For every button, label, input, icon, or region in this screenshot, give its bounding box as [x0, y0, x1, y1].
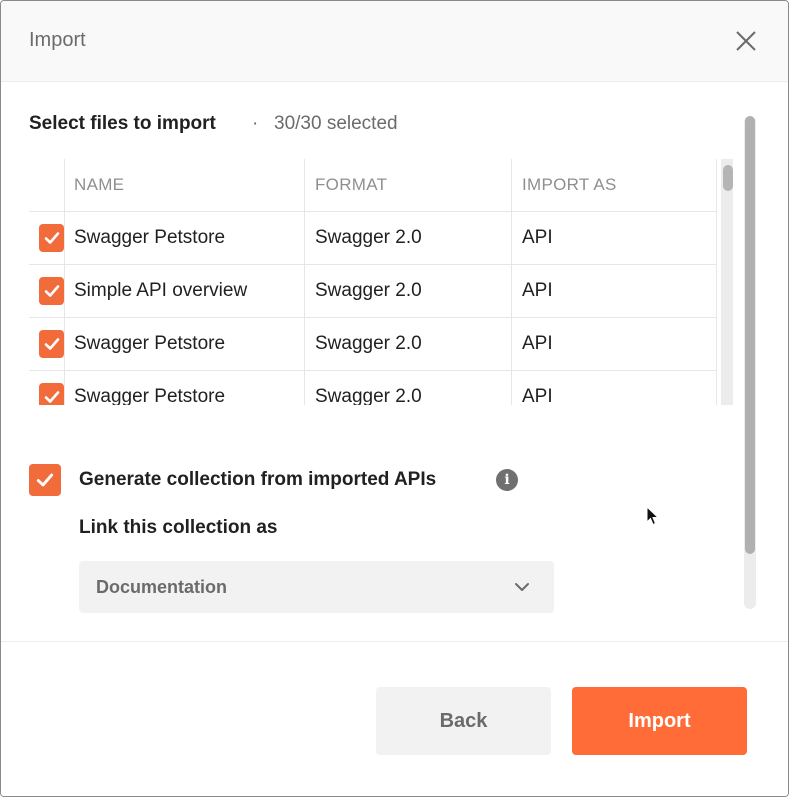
row-import-as: API: [512, 265, 717, 317]
dialog-header: Import: [1, 1, 788, 82]
check-icon: [44, 391, 59, 403]
mouse-cursor-icon: [646, 505, 660, 526]
row-import-as: API: [512, 371, 717, 405]
row-check-cell: [29, 212, 65, 264]
dialog-scrollbar-thumb[interactable]: [745, 116, 755, 554]
row-name: Simple API overview: [65, 265, 305, 317]
generate-collection-checkbox[interactable]: [29, 464, 61, 496]
link-collection-label: Link this collection as: [79, 517, 278, 538]
import-button[interactable]: Import: [572, 687, 747, 755]
row-checkbox[interactable]: [39, 330, 64, 358]
row-import-as: API: [512, 318, 717, 370]
row-import-as: API: [512, 212, 717, 264]
column-header-import-as: IMPORT AS: [512, 159, 717, 211]
dropdown-selected-value: Documentation: [96, 577, 228, 597]
back-button[interactable]: Back: [376, 687, 551, 755]
dialog-title: Import: [29, 29, 86, 51]
row-checkbox[interactable]: [39, 383, 64, 405]
row-checkbox[interactable]: [39, 224, 64, 252]
import-dialog: Import Select files to import · 30/30 se…: [0, 0, 789, 797]
table-row: Swagger Petstore Swagger 2.0 API: [29, 371, 717, 405]
close-icon[interactable]: [734, 29, 758, 53]
table-row: Simple API overview Swagger 2.0 API: [29, 265, 717, 318]
table-header-row: NAME FORMAT IMPORT AS: [29, 159, 717, 212]
check-icon: [44, 285, 59, 297]
select-files-heading: Select files to import: [29, 113, 216, 134]
row-checkbox[interactable]: [39, 277, 64, 305]
chevron-down-icon: [512, 577, 532, 597]
dialog-footer: Back Import: [1, 641, 788, 796]
row-name: Swagger Petstore: [65, 371, 305, 405]
row-format: Swagger 2.0: [305, 212, 512, 264]
files-table: NAME FORMAT IMPORT AS Swagger Petstore S…: [29, 159, 717, 405]
row-check-cell: [29, 265, 65, 317]
header-check-cell: [29, 159, 65, 211]
row-name: Swagger Petstore: [65, 318, 305, 370]
table-row: Swagger Petstore Swagger 2.0 API: [29, 212, 717, 265]
row-format: Swagger 2.0: [305, 265, 512, 317]
table-scrollbar-track[interactable]: [721, 159, 733, 405]
link-collection-dropdown[interactable]: Documentation: [79, 561, 554, 613]
info-icon[interactable]: i: [496, 469, 518, 491]
selected-count: 30/30 selected: [274, 113, 398, 134]
check-icon: [44, 232, 59, 244]
column-header-format: FORMAT: [305, 159, 512, 211]
row-format: Swagger 2.0: [305, 318, 512, 370]
table-row: Swagger Petstore Swagger 2.0 API: [29, 318, 717, 371]
row-check-cell: [29, 371, 65, 405]
check-icon: [36, 473, 54, 487]
column-header-name: NAME: [65, 159, 305, 211]
check-icon: [44, 338, 59, 350]
row-format: Swagger 2.0: [305, 371, 512, 405]
dialog-body: Select files to import · 30/30 selected …: [1, 83, 788, 641]
generate-collection-label[interactable]: Generate collection from imported APIs: [79, 469, 436, 491]
row-name: Swagger Petstore: [65, 212, 305, 264]
table-scrollbar-thumb[interactable]: [723, 165, 733, 191]
row-check-cell: [29, 318, 65, 370]
heading-separator: ·: [252, 113, 259, 134]
